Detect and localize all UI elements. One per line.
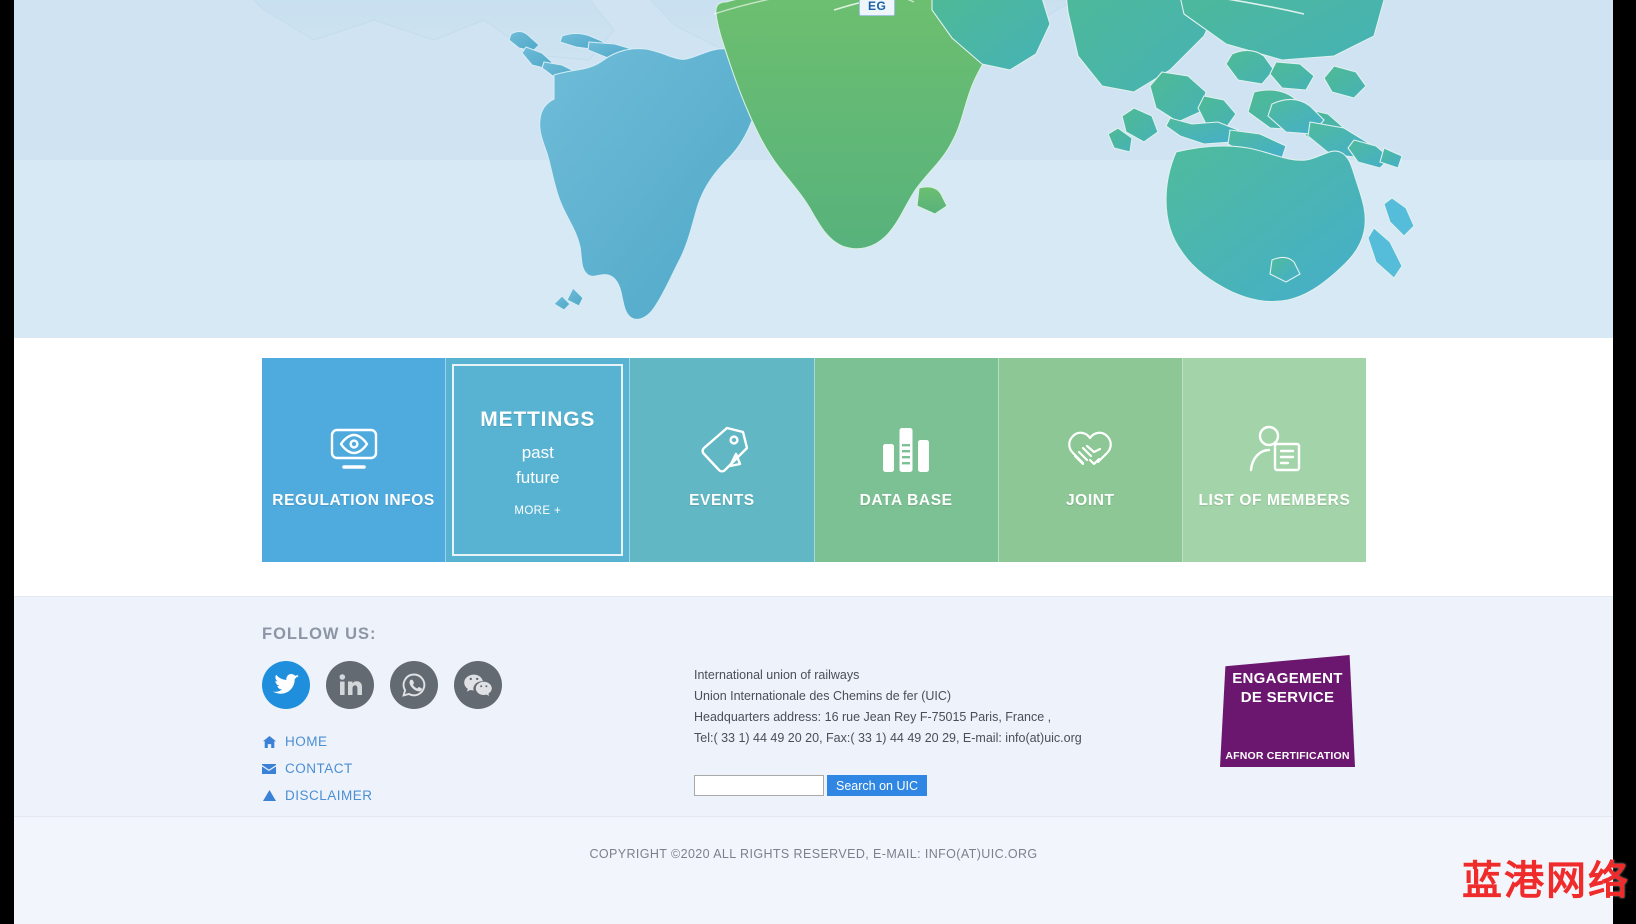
tile-regulation-infos[interactable]: REGULATION INFOS [262,358,447,562]
mail-icon [262,763,276,774]
tile-label: EVENTS [689,492,755,509]
tile-sub-past[interactable]: past [522,441,554,464]
tile-joint[interactable]: JOINT [998,358,1183,562]
copyright-text: COPYRIGHT ©2020 ALL RIGHTS RESERVED, E-M… [589,847,1038,861]
site-footer: FOLLOW US: HOME CONTACT DISCLAIMER Inter… [14,596,1613,816]
map-country-tooltip-eg[interactable]: EG [859,0,896,16]
tile-label: JOINT [1065,492,1115,509]
social-whatsapp[interactable] [390,661,438,709]
tile-sub-future[interactable]: future [516,466,559,489]
footer-link-disclaimer[interactable]: DISCLAIMER [262,783,373,808]
copyright-bar: COPYRIGHT ©2020 ALL RIGHTS RESERVED, E-M… [14,816,1613,924]
tag-icon [696,410,748,474]
tile-label: LIST OF MEMBERS [1198,492,1351,509]
tile-label: DATA BASE [859,492,953,509]
address-line: Headquarters address: 16 rue Jean Rey F-… [694,710,1052,724]
whatsapp-icon [402,673,426,697]
afnor-certification-badge: ENGAGEMENT DE SERVICE AFNOR CERTIFICATIO… [1220,655,1355,767]
social-twitter[interactable] [262,661,310,709]
tile-label: REGULATION INFOS [272,492,435,509]
quick-nav-tiles: REGULATION INFOS METTINGS past future MO… [262,358,1367,562]
linkedin-icon [339,674,362,695]
bar-chart-icon [881,410,931,474]
member-card-icon [1247,410,1301,474]
search-input[interactable] [694,775,824,796]
address-line: International union of railways [694,668,860,682]
quick-nav-section: REGULATION INFOS METTINGS past future MO… [14,338,1613,596]
handshake-icon [1061,410,1119,474]
social-wechat[interactable] [454,661,502,709]
search-submit-button[interactable]: Search on UIC [827,775,927,796]
home-icon [262,735,276,748]
site-search-form: Search on UIC [694,775,927,796]
tile-events[interactable]: EVENTS [630,358,815,562]
badge-title-line2: DE SERVICE [1240,689,1335,706]
tile-mettings[interactable]: METTINGS past future MORE + [446,358,631,562]
follow-us-title: FOLLOW US: [262,625,377,643]
social-links [262,661,502,709]
organisation-address: International union of railways Union In… [694,665,1164,749]
footer-link-label: CONTACT [285,761,353,776]
address-line: Union Internationale des Chemins de fer … [694,689,952,703]
wechat-icon [464,674,492,696]
badge-subtitle: AFNOR CERTIFICATION [1225,750,1350,762]
footer-link-contact[interactable]: CONTACT [262,756,373,781]
world-map-hero[interactable]: EG [14,0,1613,338]
tile-data-base[interactable]: DATA BASE [814,358,999,562]
tile-list-of-members[interactable]: LIST OF MEMBERS [1182,358,1367,562]
monitor-eye-icon [326,410,382,474]
tile-more-link[interactable]: MORE + [514,505,561,517]
footer-link-label: HOME [285,734,328,749]
footer-link-label: DISCLAIMER [285,788,373,803]
warning-triangle-icon [262,790,276,801]
tile-label: METTINGS [480,407,596,431]
address-line: Tel:( 33 1) 44 49 20 20, Fax:( 33 1) 44 … [694,731,1082,745]
watermark: 蓝港网络 [1462,858,1630,904]
twitter-icon [273,674,299,694]
badge-title-line1: ENGAGEMENT [1232,670,1343,687]
tile-active-frame: METTINGS past future MORE + [452,364,624,556]
footer-link-home[interactable]: HOME [262,729,373,754]
badge-title: ENGAGEMENT DE SERVICE [1220,669,1355,707]
world-map-svg [14,0,1613,338]
footer-quick-links: HOME CONTACT DISCLAIMER [262,729,373,810]
social-linkedin[interactable] [326,661,374,709]
page-root: EG REGULATION INFOS METTINGS past future… [14,0,1613,924]
